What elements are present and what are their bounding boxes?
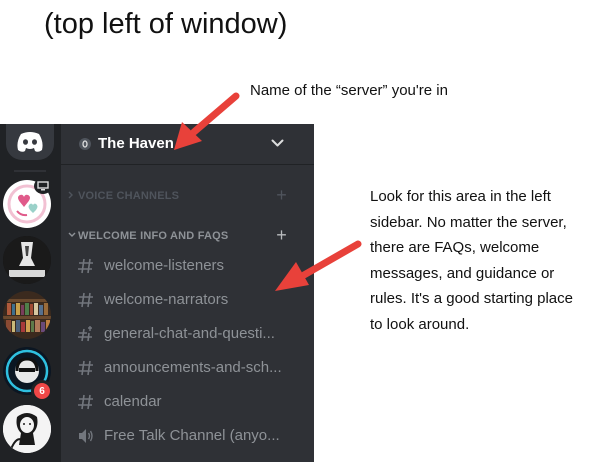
arrow-to-sidebar bbox=[275, 240, 362, 291]
arrow-to-server-name bbox=[174, 92, 240, 150]
annotation-arrows bbox=[174, 92, 362, 291]
